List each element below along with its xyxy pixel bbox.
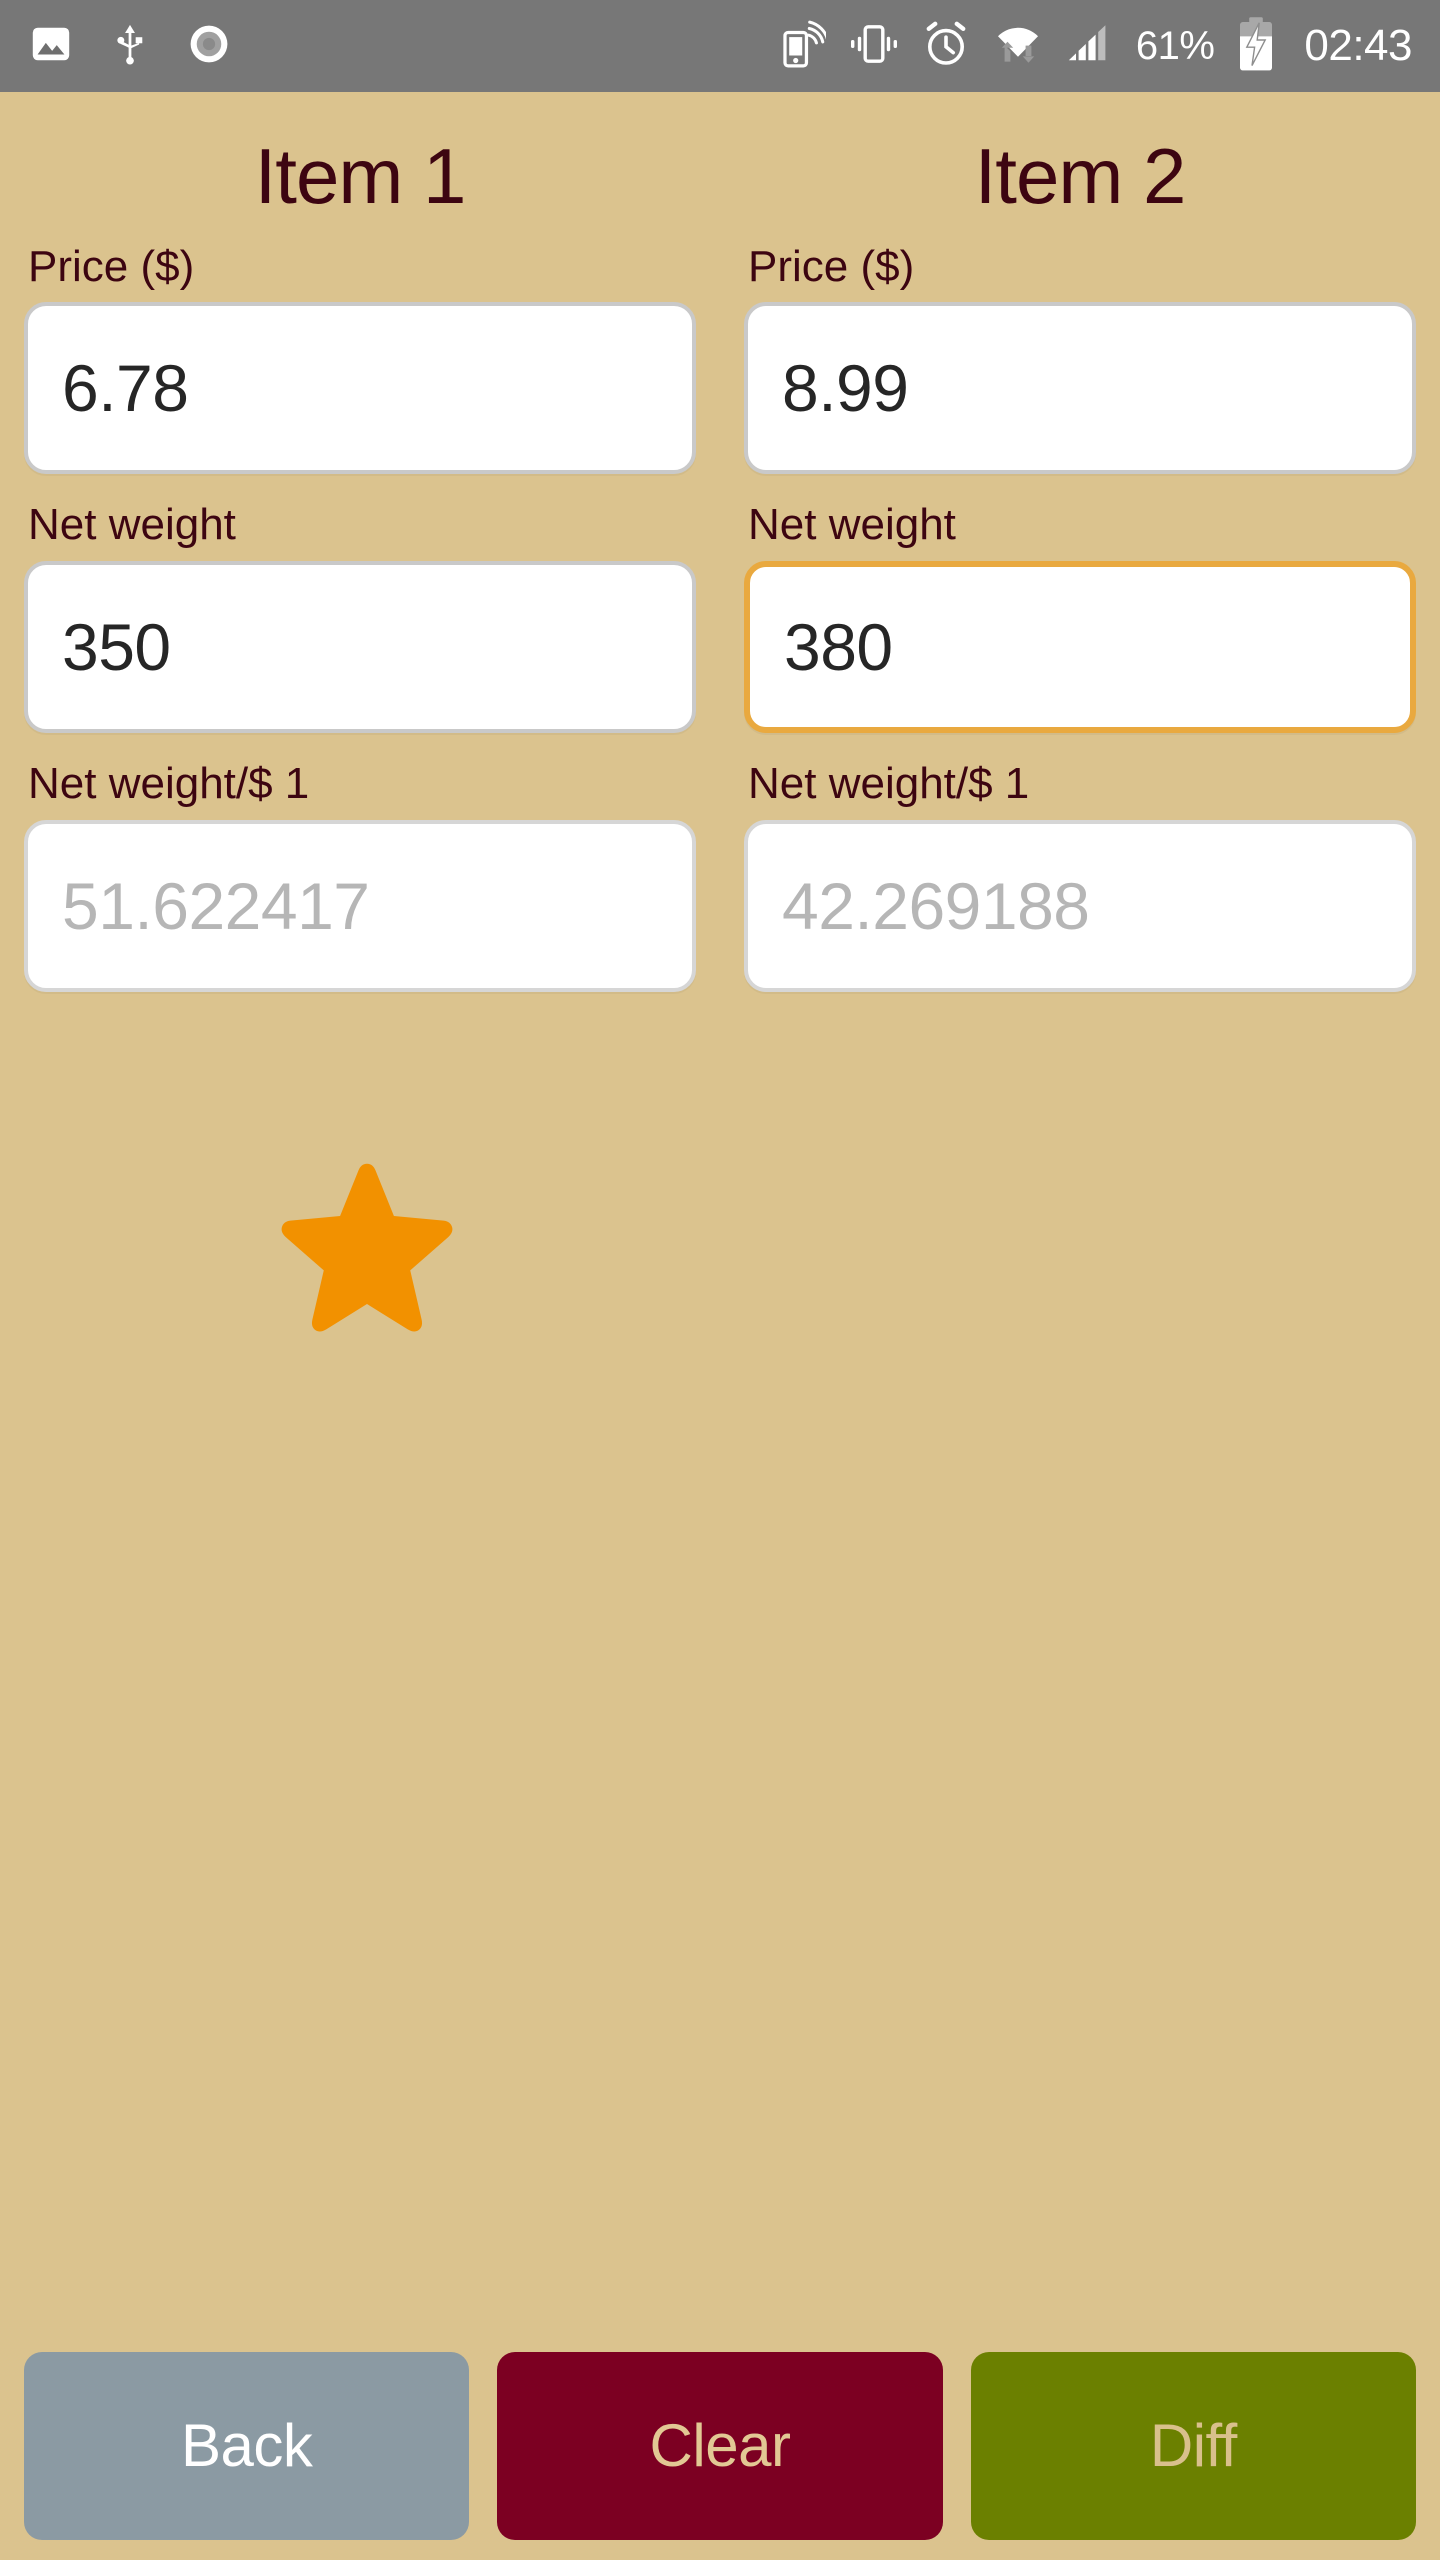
- item-2-price-input[interactable]: 8.99: [744, 302, 1416, 475]
- item-2-ratio-label: Net weight/$ 1: [748, 758, 1030, 808]
- usb-icon: [108, 21, 152, 72]
- cellular-signal-icon: [1066, 21, 1114, 72]
- item-2-netweight-label: Net weight: [748, 500, 956, 550]
- item-2-price-group: Price ($) 8.99: [744, 242, 1416, 475]
- record-icon: [186, 21, 232, 72]
- item-1-netweight-value: 350: [62, 609, 171, 684]
- item-2-netweight-value: 380: [784, 609, 893, 684]
- item-1-ratio-output: 51.622417: [24, 819, 696, 992]
- item-1-column: Item 1 Price ($) 6.78 Net weight 350 Net…: [0, 116, 720, 1018]
- item-1-ratio-value: 51.622417: [62, 868, 370, 943]
- item-comparison-columns: Item 1 Price ($) 6.78 Net weight 350 Net…: [0, 92, 1440, 1018]
- item-1-ratio-group: Net weight/$ 1 51.622417: [24, 759, 696, 992]
- hotspot-icon: [780, 19, 830, 74]
- app-screen: Item 1 Price ($) 6.78 Net weight 350 Net…: [0, 92, 1440, 2560]
- item-1-netweight-label: Net weight: [28, 500, 236, 550]
- item-2-column: Item 2 Price ($) 8.99 Net weight 380 Net…: [720, 116, 1440, 1018]
- item-1-netweight-group: Net weight 350: [24, 500, 696, 733]
- item-1-price-label: Price ($): [28, 241, 195, 291]
- status-bar-right-icons: 61% 02:43: [780, 16, 1412, 77]
- item-1-title: Item 1: [254, 132, 467, 220]
- best-value-row: [0, 1018, 1440, 1358]
- item-1-price-input[interactable]: 6.78: [24, 302, 696, 475]
- item-2-netweight-group: Net weight 380: [744, 500, 1416, 733]
- alarm-clock-icon: [922, 20, 970, 73]
- status-bar: 61% 02:43: [0, 0, 1440, 92]
- item-2-title: Item 2: [974, 132, 1187, 220]
- item-1-price-group: Price ($) 6.78: [24, 242, 696, 475]
- item-2-price-label: Price ($): [748, 241, 915, 291]
- status-bar-clock: 02:43: [1304, 21, 1412, 70]
- wifi-data-icon: [992, 20, 1044, 73]
- item-2-ratio-output: 42.269188: [744, 819, 1416, 992]
- screenshot-image-icon: [28, 21, 74, 72]
- battery-percentage: 61%: [1135, 24, 1215, 68]
- item-2-netweight-input[interactable]: 380: [744, 560, 1416, 733]
- diff-button[interactable]: Diff: [970, 2352, 1416, 2540]
- status-bar-left-icons: [28, 21, 232, 72]
- vibrate-icon: [848, 22, 900, 71]
- item-2-ratio-group: Net weight/$ 1 42.269188: [744, 759, 1416, 992]
- item-1-price-value: 6.78: [62, 351, 189, 426]
- clear-button[interactable]: Clear: [497, 2352, 943, 2540]
- item-1-netweight-input[interactable]: 350: [24, 560, 696, 733]
- item-2-price-value: 8.99: [782, 351, 909, 426]
- item-2-ratio-value: 42.269188: [782, 868, 1090, 943]
- battery-charging-icon: [1236, 16, 1276, 77]
- item-1-ratio-label: Net weight/$ 1: [28, 758, 310, 808]
- star-icon: [272, 1158, 462, 1340]
- action-button-bar: Back Clear Diff: [0, 2352, 1440, 2540]
- back-button[interactable]: Back: [24, 2352, 470, 2540]
